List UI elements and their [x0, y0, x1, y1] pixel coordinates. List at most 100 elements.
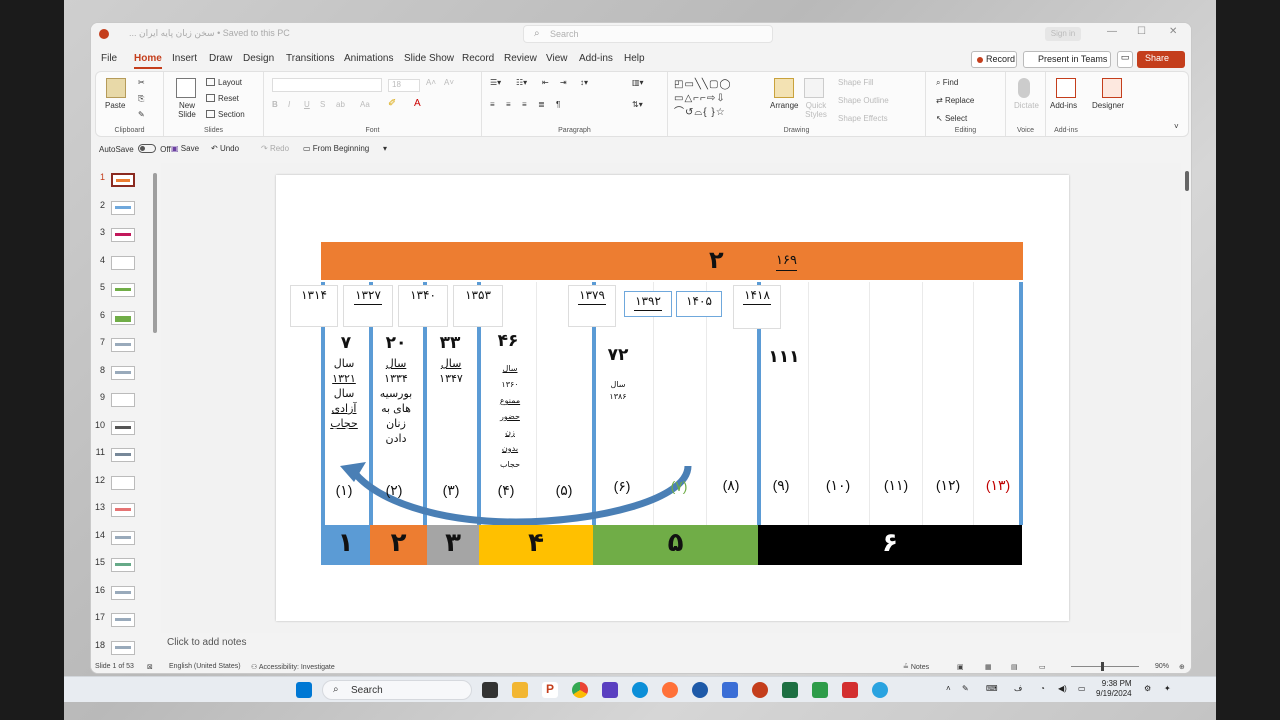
year-box[interactable]: ۱۴۰۵	[676, 291, 722, 317]
tab-view[interactable]: View	[546, 53, 568, 64]
increase-indent-icon[interactable]: ⇥	[560, 78, 567, 87]
normal-view-icon[interactable]: ▣	[957, 663, 964, 671]
visual-studio-icon[interactable]	[602, 682, 618, 698]
year-box[interactable]: ۱۳۲۷	[343, 285, 393, 327]
spellcheck-icon[interactable]: ⊠	[147, 663, 153, 671]
thumbnail-7[interactable]: 7	[91, 336, 155, 356]
accessibility-button[interactable]: ⚇ Accessibility: Investigate	[251, 663, 335, 671]
app-red-icon[interactable]	[842, 682, 858, 698]
thumbnail-14[interactable]: 14	[91, 529, 155, 549]
change-case-icon[interactable]: Aa	[360, 100, 370, 109]
presenter-view-icon[interactable]: ▭	[1039, 663, 1046, 671]
zoom-slider[interactable]	[1071, 666, 1139, 667]
thumbnail-9[interactable]: 9	[91, 391, 155, 411]
thumbnail-16[interactable]: 16	[91, 584, 155, 604]
thumbnail-18[interactable]: 18	[91, 639, 155, 659]
add-ins-button[interactable]: Add-ins	[1050, 101, 1077, 110]
shape-fill-button[interactable]: Shape Fill	[838, 78, 874, 87]
new-slide-icon[interactable]	[176, 78, 196, 98]
app-blue-icon[interactable]	[722, 682, 738, 698]
app-green-icon[interactable]	[812, 682, 828, 698]
bold-icon[interactable]: B	[272, 100, 278, 109]
shape-outline-button[interactable]: Shape Outline	[838, 96, 889, 105]
tab-home[interactable]: Home	[134, 53, 162, 69]
thumbnail-8[interactable]: 8	[91, 364, 155, 384]
select-button[interactable]: ↖ Select	[936, 114, 967, 123]
wifi-icon[interactable]: ◔	[1040, 684, 1045, 694]
save-button[interactable]: ▣ Save	[171, 144, 199, 153]
numbering-icon[interactable]: ☷▾	[516, 78, 527, 87]
taskbar-search[interactable]: ⌕ Search	[322, 680, 472, 700]
slide-sorter-icon[interactable]: ▦	[985, 663, 992, 671]
reading-view-icon[interactable]: ▤	[1011, 663, 1018, 671]
thumbnail-11[interactable]: 11	[91, 446, 155, 466]
clock[interactable]: 9:38 PM 9/19/2024	[1096, 679, 1132, 699]
thumbnail-2[interactable]: 2	[91, 199, 155, 219]
year-box[interactable]: ۱۳۵۳	[453, 285, 503, 327]
comments-icon[interactable]: ▭	[1117, 51, 1133, 68]
telegram-icon[interactable]	[872, 682, 888, 698]
tab-review[interactable]: Review	[504, 53, 537, 64]
keyboard-icon[interactable]: ⌨	[986, 684, 998, 694]
present-in-teams-button[interactable]: Present in Teams	[1023, 51, 1111, 68]
copilot-icon[interactable]: ✦	[1164, 684, 1171, 694]
timeline-banner[interactable]: ۲ ۱۶۹	[321, 242, 1023, 280]
sign-in-button[interactable]: Sign in	[1045, 27, 1081, 41]
dictate-button[interactable]: Dictate	[1014, 101, 1039, 110]
thumbnail-5[interactable]: 5	[91, 281, 155, 301]
shrink-font-icon[interactable]: A˅	[444, 78, 454, 87]
reset-button[interactable]: Reset	[206, 94, 239, 103]
show-hidden-icons[interactable]: ˄	[946, 684, 951, 694]
customize-qat-icon[interactable]: ▾	[383, 144, 387, 153]
collapse-ribbon-icon[interactable]: ˅	[1174, 122, 1179, 131]
tab-file[interactable]: File	[101, 53, 117, 64]
bullets-icon[interactable]: ☰▾	[490, 78, 501, 87]
firefox-icon[interactable]	[662, 682, 678, 698]
battery-icon[interactable]: ▭	[1078, 684, 1086, 694]
thumbnail-12[interactable]: 12	[91, 474, 155, 494]
paste-icon[interactable]	[106, 78, 126, 98]
title-search-input[interactable]: ⌕ Search	[523, 25, 773, 43]
shapes-gallery-icon[interactable]: ◰▭╲╲▢◯ ▭△⌐⌐⇨⇩ ⌒↺⌓{ }☆	[674, 78, 764, 120]
thumbnail-3[interactable]: 3	[91, 226, 155, 246]
pen-icon[interactable]: ✎	[962, 684, 969, 694]
language-label[interactable]: English (United States)	[169, 663, 241, 670]
justify-icon[interactable]: ≣	[538, 100, 545, 109]
underline-icon[interactable]: U	[304, 100, 310, 109]
era-block-4[interactable]: ۴	[479, 525, 593, 565]
arrange-icon[interactable]	[774, 78, 794, 98]
zoom-level[interactable]: 90%	[1155, 663, 1169, 670]
app-check-icon[interactable]	[692, 682, 708, 698]
replace-button[interactable]: ⇄ Replace	[936, 96, 974, 105]
arrange-button[interactable]: Arrange	[770, 101, 798, 110]
year-box[interactable]: ۱۴۱۸	[733, 285, 781, 329]
notes-button[interactable]: ≟ Notes	[903, 663, 929, 671]
shape-effects-button[interactable]: Shape Effects	[838, 114, 888, 123]
from-beginning-button[interactable]: ▭ From Beginning	[303, 144, 369, 153]
copy-icon[interactable]: ⎘	[138, 94, 144, 104]
thumbnail-13[interactable]: 13	[91, 501, 155, 521]
edge-icon[interactable]	[632, 682, 648, 698]
tab-help[interactable]: Help	[624, 53, 645, 64]
char-spacing-icon[interactable]: ab	[336, 100, 345, 109]
paste-button[interactable]: Paste	[105, 101, 125, 110]
font-family-select[interactable]	[272, 78, 382, 92]
tab-insert[interactable]: Insert	[172, 53, 197, 64]
year-box[interactable]: ۱۳۹۲	[624, 291, 672, 317]
highlight-icon[interactable]: ✐	[388, 98, 396, 109]
slide-scrollbar[interactable]	[1185, 171, 1189, 191]
thumbnail-17[interactable]: 17	[91, 611, 155, 631]
thumbnail-10[interactable]: 10	[91, 419, 155, 439]
cut-icon[interactable]: ✂	[138, 78, 145, 87]
text-direction-icon[interactable]: ⇅▾	[632, 100, 643, 109]
tab-record[interactable]: Record	[462, 53, 494, 64]
columns-icon[interactable]: ▥▾	[632, 78, 644, 87]
quick-styles-icon[interactable]	[804, 78, 824, 98]
align-left-icon[interactable]: ≡	[490, 100, 495, 109]
language-indicator[interactable]: ف	[1014, 684, 1022, 694]
quick-styles-button[interactable]: Quick Styles	[802, 101, 830, 119]
tab-design[interactable]: Design	[243, 53, 274, 64]
thumbnail-4[interactable]: 4	[91, 254, 155, 274]
redo-button[interactable]: ↷ Redo	[261, 144, 289, 153]
section-button[interactable]: Section	[206, 110, 245, 119]
